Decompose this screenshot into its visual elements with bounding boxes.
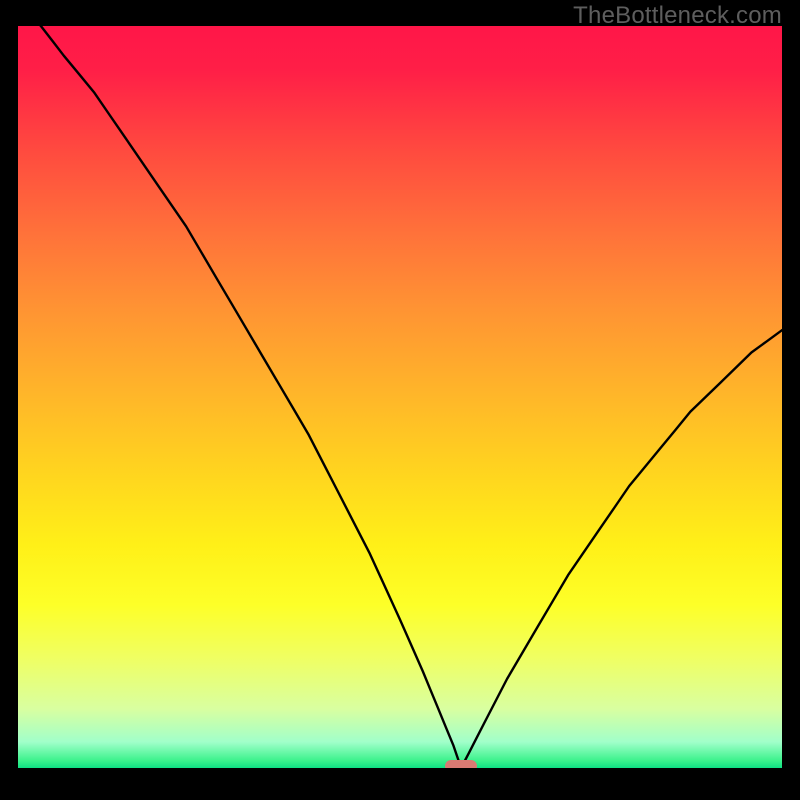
- optimum-marker: [445, 760, 477, 768]
- chart-frame: TheBottleneck.com: [0, 0, 800, 800]
- bottleneck-curve: [18, 26, 782, 768]
- x-axis-baseline: [18, 768, 782, 782]
- plot-area: [18, 26, 782, 782]
- watermark-text: TheBottleneck.com: [573, 2, 782, 30]
- plot-inner: [18, 26, 782, 768]
